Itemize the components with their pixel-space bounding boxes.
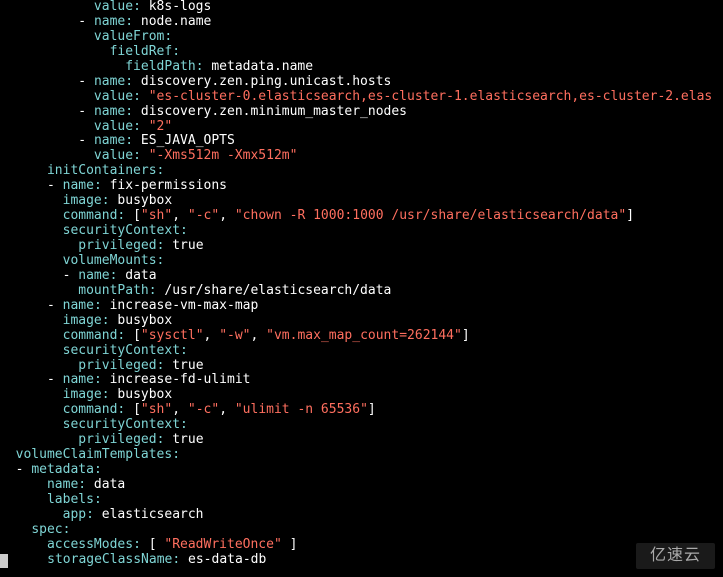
yaml-code-block: value: k8s-logs - name: node.name valueF… (0, 0, 723, 568)
watermark-logo: 亿速云 (636, 543, 715, 569)
